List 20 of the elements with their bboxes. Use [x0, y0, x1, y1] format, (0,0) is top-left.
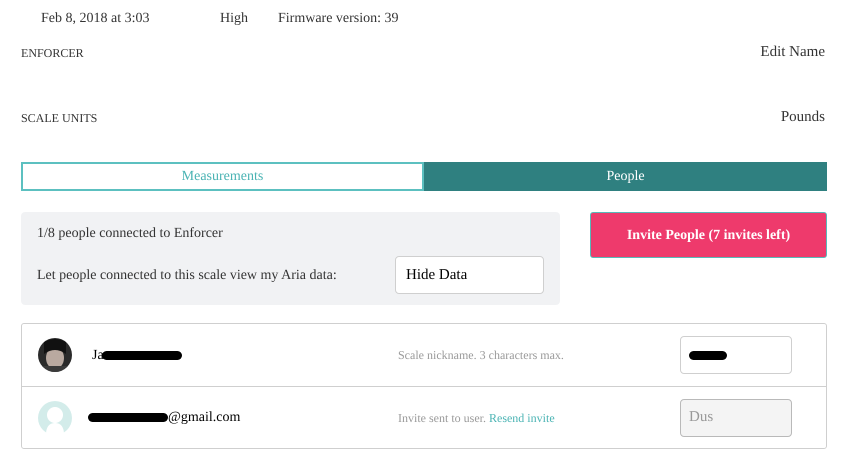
person-icon	[38, 400, 72, 434]
tab[interactable]: Measurements	[21, 162, 424, 191]
sharing-prompt: Let people connected to this scale view my Aria data:	[37, 266, 338, 284]
person-name: Ja	[92, 346, 104, 364]
level-text: High	[220, 10, 248, 28]
nickname-field[interactable]	[680, 336, 792, 374]
setting-label: SCALE UNITS	[21, 110, 98, 126]
setting-value[interactable]: Pounds	[780, 106, 825, 129]
firmware-text: Firmware version: 39	[278, 10, 399, 28]
person-email: @gmail.com	[168, 409, 240, 427]
nickname-value: Dus	[689, 408, 714, 428]
connection-status: 1/8 people connected to Enforcer	[37, 225, 224, 243]
row-note: Scale nickname. 3 characters max.	[398, 348, 564, 362]
tab[interactable]: People	[424, 162, 827, 191]
setting-value[interactable]: Edit Name	[760, 41, 825, 64]
setting-label: ENFORCER	[21, 44, 84, 62]
visibility-select[interactable]: Hide Data	[395, 256, 544, 294]
date-text: Feb 8, 2018 at 3:03	[41, 10, 150, 28]
row-note: Invite sent to user.	[398, 410, 486, 424]
invite-button[interactable]: Invite People (7 invites left)	[590, 212, 827, 258]
